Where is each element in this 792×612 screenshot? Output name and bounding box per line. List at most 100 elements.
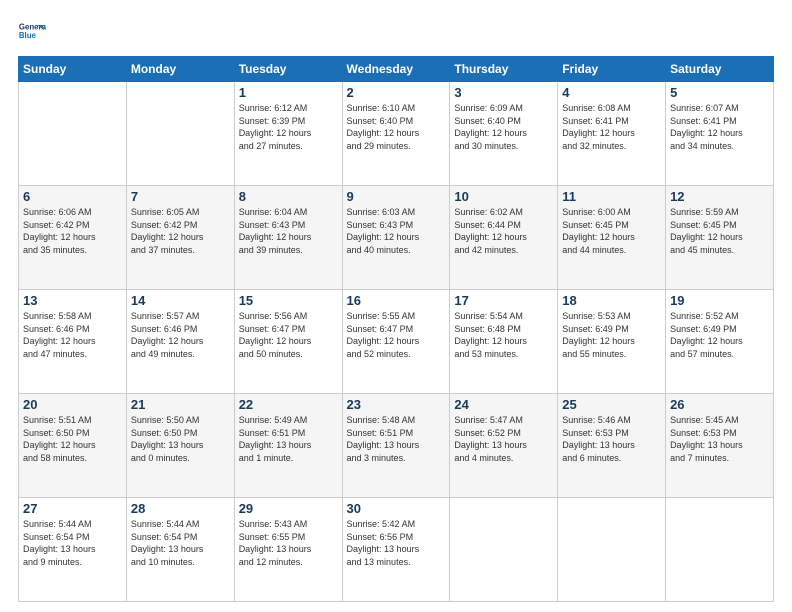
day-number: 17: [454, 293, 553, 308]
calendar-cell: 1Sunrise: 6:12 AM Sunset: 6:39 PM Daylig…: [234, 82, 342, 186]
day-info: Sunrise: 6:03 AM Sunset: 6:43 PM Dayligh…: [347, 206, 446, 256]
calendar-cell: 10 Sunrise: 6:02 AM Sunset: 6:44 PM Dayli…: [450, 186, 558, 290]
calendar-cell: 27 Sunrise: 5:44 AM Sunset: 6:54 PM Dayli…: [19, 498, 127, 602]
calendar-cell: 8 Sunrise: 6:04 AM Sunset: 6:43 PM Daylig…: [234, 186, 342, 290]
calendar-cell: 25Sunrise: 5:46 AM Sunset: 6:53 PM Dayli…: [558, 394, 666, 498]
day-info: Sunrise: 5:57 AM Sunset: 6:46 PM Dayligh…: [131, 310, 230, 360]
calendar-cell: 3 Sunrise: 6:09 AM Sunset: 6:40 PM Daylig…: [450, 82, 558, 186]
day-info: Sunrise: 6:02 AM Sunset: 6:44 PM Dayligh…: [454, 206, 553, 256]
day-info: Sunrise: 6:09 AM Sunset: 6:40 PM Dayligh…: [454, 102, 553, 152]
calendar-cell: 30Sunrise: 5:42 AM Sunset: 6:56 PM Dayli…: [342, 498, 450, 602]
day-info: Sunrise: 5:49 AM Sunset: 6:51 PM Dayligh…: [239, 414, 338, 464]
day-number: 21: [131, 397, 230, 412]
calendar-cell: 24 Sunrise: 5:47 AM Sunset: 6:52 PM Dayli…: [450, 394, 558, 498]
calendar-cell: 20 Sunrise: 5:51 AM Sunset: 6:50 PM Dayli…: [19, 394, 127, 498]
page: General Blue SundayMondayTuesdayWednesda…: [0, 0, 792, 612]
day-info: Sunrise: 5:56 AM Sunset: 6:47 PM Dayligh…: [239, 310, 338, 360]
day-info: Sunrise: 5:44 AM Sunset: 6:54 PM Dayligh…: [131, 518, 230, 568]
day-info: Sunrise: 5:45 AM Sunset: 6:53 PM Dayligh…: [670, 414, 769, 464]
day-info: Sunrise: 5:48 AM Sunset: 6:51 PM Dayligh…: [347, 414, 446, 464]
day-number: 2: [347, 85, 446, 100]
header: General Blue: [18, 18, 774, 46]
calendar-week-row: 27 Sunrise: 5:44 AM Sunset: 6:54 PM Dayli…: [19, 498, 774, 602]
day-info: Sunrise: 5:54 AM Sunset: 6:48 PM Dayligh…: [454, 310, 553, 360]
day-info: Sunrise: 5:59 AM Sunset: 6:45 PM Dayligh…: [670, 206, 769, 256]
day-info: Sunrise: 6:10 AM Sunset: 6:40 PM Dayligh…: [347, 102, 446, 152]
calendar-cell: 13Sunrise: 5:58 AM Sunset: 6:46 PM Dayli…: [19, 290, 127, 394]
calendar-cell: 22 Sunrise: 5:49 AM Sunset: 6:51 PM Dayli…: [234, 394, 342, 498]
calendar-day-header: Wednesday: [342, 57, 450, 82]
day-number: 5: [670, 85, 769, 100]
calendar-day-header: Friday: [558, 57, 666, 82]
calendar-cell: 15 Sunrise: 5:56 AM Sunset: 6:47 PM Dayli…: [234, 290, 342, 394]
day-number: 1: [239, 85, 338, 100]
day-number: 26: [670, 397, 769, 412]
calendar-cell: 28Sunrise: 5:44 AM Sunset: 6:54 PM Dayli…: [126, 498, 234, 602]
calendar-day-header: Tuesday: [234, 57, 342, 82]
day-info: Sunrise: 5:53 AM Sunset: 6:49 PM Dayligh…: [562, 310, 661, 360]
calendar-cell: 16 Sunrise: 5:55 AM Sunset: 6:47 PM Dayli…: [342, 290, 450, 394]
day-number: 9: [347, 189, 446, 204]
calendar-cell: 5 Sunrise: 6:07 AM Sunset: 6:41 PM Daylig…: [666, 82, 774, 186]
day-info: Sunrise: 5:44 AM Sunset: 6:54 PM Dayligh…: [23, 518, 122, 568]
day-number: 14: [131, 293, 230, 308]
calendar-cell: [450, 498, 558, 602]
day-number: 6: [23, 189, 122, 204]
logo-icon: General Blue: [18, 18, 46, 46]
day-number: 18: [562, 293, 661, 308]
day-number: 13: [23, 293, 122, 308]
calendar-cell: [19, 82, 127, 186]
calendar-cell: 26 Sunrise: 5:45 AM Sunset: 6:53 PM Dayli…: [666, 394, 774, 498]
day-number: 10: [454, 189, 553, 204]
day-info: Sunrise: 5:51 AM Sunset: 6:50 PM Dayligh…: [23, 414, 122, 464]
calendar-cell: 4 Sunrise: 6:08 AM Sunset: 6:41 PM Daylig…: [558, 82, 666, 186]
day-number: 30: [347, 501, 446, 516]
calendar-table: SundayMondayTuesdayWednesdayThursdayFrid…: [18, 56, 774, 602]
day-number: 7: [131, 189, 230, 204]
day-number: 11: [562, 189, 661, 204]
day-number: 12: [670, 189, 769, 204]
day-number: 27: [23, 501, 122, 516]
day-number: 22: [239, 397, 338, 412]
day-number: 4: [562, 85, 661, 100]
day-number: 29: [239, 501, 338, 516]
day-info: Sunrise: 6:00 AM Sunset: 6:45 PM Dayligh…: [562, 206, 661, 256]
calendar-cell: 11 Sunrise: 6:00 AM Sunset: 6:45 PM Dayli…: [558, 186, 666, 290]
day-info: Sunrise: 6:05 AM Sunset: 6:42 PM Dayligh…: [131, 206, 230, 256]
calendar-week-row: 1Sunrise: 6:12 AM Sunset: 6:39 PM Daylig…: [19, 82, 774, 186]
day-number: 24: [454, 397, 553, 412]
day-number: 23: [347, 397, 446, 412]
calendar-day-header: Sunday: [19, 57, 127, 82]
calendar-cell: 9 Sunrise: 6:03 AM Sunset: 6:43 PM Daylig…: [342, 186, 450, 290]
day-info: Sunrise: 6:08 AM Sunset: 6:41 PM Dayligh…: [562, 102, 661, 152]
day-info: Sunrise: 5:55 AM Sunset: 6:47 PM Dayligh…: [347, 310, 446, 360]
day-info: Sunrise: 5:43 AM Sunset: 6:55 PM Dayligh…: [239, 518, 338, 568]
calendar-cell: 7 Sunrise: 6:05 AM Sunset: 6:42 PM Daylig…: [126, 186, 234, 290]
calendar-day-header: Monday: [126, 57, 234, 82]
calendar-cell: 29 Sunrise: 5:43 AM Sunset: 6:55 PM Dayli…: [234, 498, 342, 602]
calendar-cell: 12 Sunrise: 5:59 AM Sunset: 6:45 PM Dayli…: [666, 186, 774, 290]
calendar-header-row: SundayMondayTuesdayWednesdayThursdayFrid…: [19, 57, 774, 82]
day-info: Sunrise: 5:50 AM Sunset: 6:50 PM Dayligh…: [131, 414, 230, 464]
day-number: 3: [454, 85, 553, 100]
day-number: 8: [239, 189, 338, 204]
day-number: 20: [23, 397, 122, 412]
day-number: 16: [347, 293, 446, 308]
calendar-cell: 18 Sunrise: 5:53 AM Sunset: 6:49 PM Dayli…: [558, 290, 666, 394]
calendar-day-header: Thursday: [450, 57, 558, 82]
calendar-cell: [666, 498, 774, 602]
day-info: Sunrise: 5:52 AM Sunset: 6:49 PM Dayligh…: [670, 310, 769, 360]
day-info: Sunrise: 6:06 AM Sunset: 6:42 PM Dayligh…: [23, 206, 122, 256]
calendar-cell: 19 Sunrise: 5:52 AM Sunset: 6:49 PM Dayli…: [666, 290, 774, 394]
day-number: 15: [239, 293, 338, 308]
calendar-week-row: 20 Sunrise: 5:51 AM Sunset: 6:50 PM Dayli…: [19, 394, 774, 498]
calendar-cell: [126, 82, 234, 186]
calendar-cell: 17 Sunrise: 5:54 AM Sunset: 6:48 PM Dayli…: [450, 290, 558, 394]
day-number: 19: [670, 293, 769, 308]
calendar-cell: [558, 498, 666, 602]
day-info: Sunrise: 6:04 AM Sunset: 6:43 PM Dayligh…: [239, 206, 338, 256]
day-info: Sunrise: 6:07 AM Sunset: 6:41 PM Dayligh…: [670, 102, 769, 152]
day-info: Sunrise: 5:47 AM Sunset: 6:52 PM Dayligh…: [454, 414, 553, 464]
calendar-cell: 23 Sunrise: 5:48 AM Sunset: 6:51 PM Dayli…: [342, 394, 450, 498]
calendar-cell: 21 Sunrise: 5:50 AM Sunset: 6:50 PM Dayli…: [126, 394, 234, 498]
